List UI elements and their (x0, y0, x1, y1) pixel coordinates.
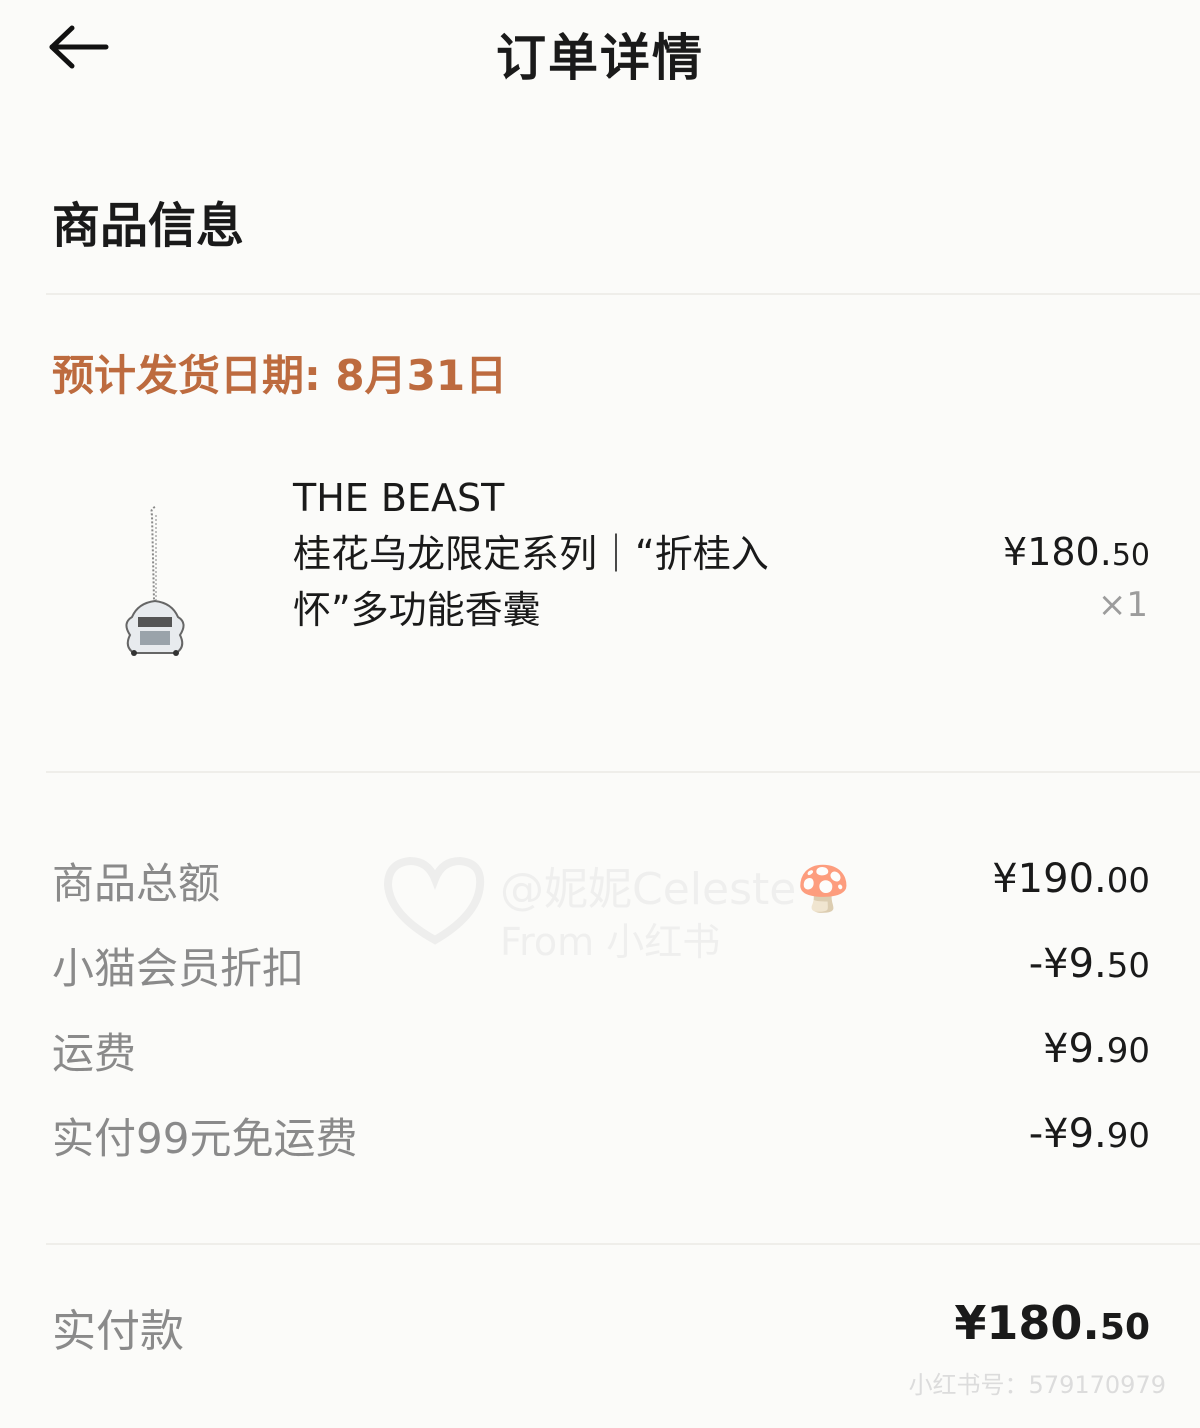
section-title: 商品信息 (52, 198, 245, 254)
estimated-ship-date: 预计发货日期: 8月31日 (52, 351, 508, 400)
divider (46, 293, 1200, 295)
product-quantity: ×1 (1097, 585, 1148, 625)
product-title-line: 桂花乌龙限定系列｜“折桂入 (293, 532, 769, 576)
fee-row-member-discount: 小猫会员折扣 -¥9.50 (52, 935, 1150, 995)
product-price: ¥180.50 (1003, 530, 1150, 574)
fee-row-free-shipping: 实付99元免运费 -¥9.90 (52, 1105, 1150, 1165)
page-title: 订单详情 (496, 29, 704, 87)
product-image[interactable] (110, 505, 200, 665)
divider (46, 771, 1200, 773)
product-price-main: ¥180. (1003, 530, 1112, 574)
sachet-pendant-icon (125, 506, 185, 656)
product-title-line: 怀”多功能香囊 (293, 588, 541, 632)
fee-value: -¥9.90 (1028, 1111, 1150, 1157)
fee-row-subtotal: 商品总额 ¥190.00 (52, 850, 1150, 910)
top-bar: 订单详情 (0, 0, 1200, 110)
fee-label: 商品总额 (52, 859, 221, 908)
product-brand: THE BEAST (293, 476, 505, 520)
fee-label: 实付99元免运费 (52, 1114, 358, 1163)
watermark-id: 小红书号：579170979 (908, 1371, 1166, 1399)
total-value: ¥180.50 (954, 1296, 1150, 1350)
fee-label: 运费 (52, 1029, 137, 1078)
fee-label: 小猫会员折扣 (52, 944, 305, 993)
product-name[interactable]: THE BEAST 桂花乌龙限定系列｜“折桂入 怀”多功能香囊 (293, 470, 853, 638)
product-price-cents: 50 (1111, 538, 1150, 573)
fee-row-shipping: 运费 ¥9.90 (52, 1020, 1150, 1080)
fee-value: -¥9.50 (1028, 941, 1150, 987)
divider (46, 1243, 1200, 1245)
fee-value: ¥9.90 (1043, 1026, 1150, 1072)
total-label: 实付款 (52, 1306, 184, 1357)
fee-value: ¥190.00 (992, 856, 1150, 902)
